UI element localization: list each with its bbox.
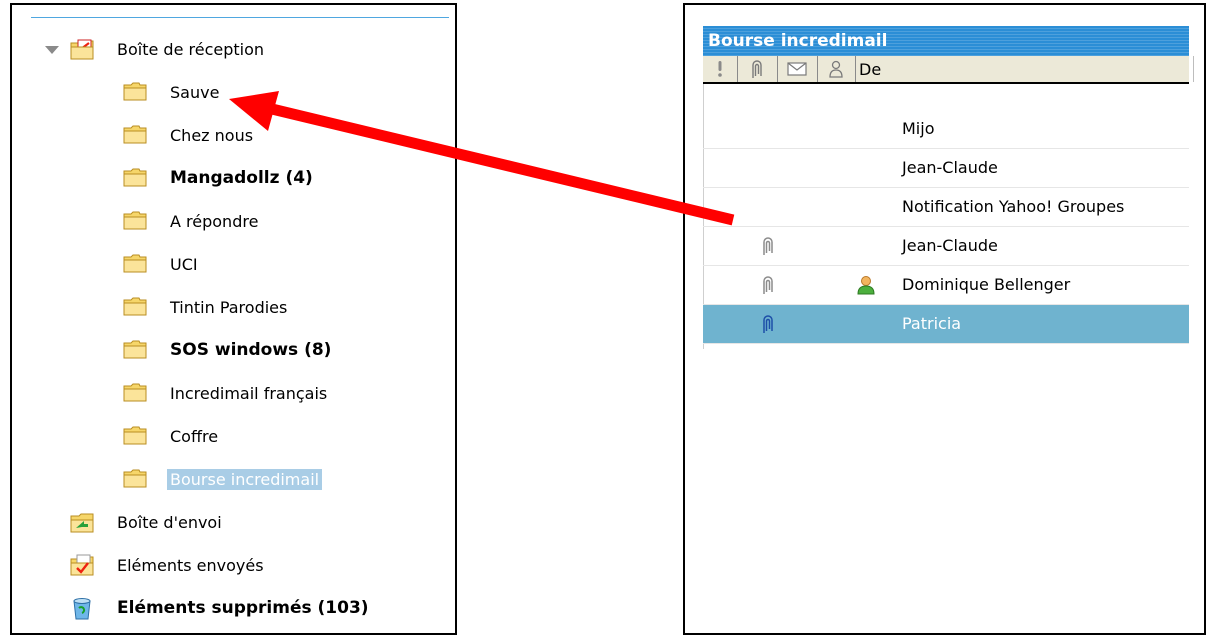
- message-from: Patricia: [902, 314, 962, 333]
- folder-label: Mangadollz (4): [170, 168, 313, 188]
- folder-label: Bourse incredimail: [167, 468, 323, 490]
- folder-item[interactable]: Eléments envoyés: [69, 550, 264, 580]
- folder-label: Boîte de réception: [117, 39, 265, 59]
- sent-folder-icon: [69, 553, 95, 577]
- folder-label: Eléments supprimés (103): [117, 598, 369, 618]
- column-attachment[interactable]: [737, 56, 778, 82]
- outbox-folder-icon: [69, 510, 95, 534]
- folder-icon: [122, 424, 148, 448]
- contact-icon: [857, 275, 875, 295]
- column-status[interactable]: [777, 56, 818, 82]
- folder-item[interactable]: SOS windows (8): [122, 335, 331, 365]
- folder-item[interactable]: Tintin Parodies: [122, 292, 287, 322]
- message-from: Jean-Claude: [902, 158, 998, 177]
- folder-item[interactable]: Incredimail français: [122, 378, 327, 408]
- tree-top-edge: [31, 17, 449, 18]
- folder-label: Sauve: [170, 82, 220, 102]
- folder-item[interactable]: Boîte d'envoi: [69, 507, 222, 537]
- column-from[interactable]: De: [855, 56, 1194, 82]
- folder-label: Tintin Parodies: [170, 297, 288, 317]
- folder-item[interactable]: Chez nous: [122, 120, 253, 150]
- folder-icon: [122, 467, 148, 491]
- exclamation-icon: [718, 61, 722, 77]
- folder-item[interactable]: Coffre: [122, 421, 218, 451]
- folder-item[interactable]: UCI: [122, 249, 198, 279]
- message-from: Notification Yahoo! Groupes: [902, 197, 1125, 216]
- folder-label: Chez nous: [170, 125, 254, 145]
- folder-icon: [122, 80, 148, 104]
- folder-icon: [122, 295, 148, 319]
- message-from: Jean-Claude: [902, 236, 998, 255]
- paperclip-icon: [752, 60, 762, 78]
- message-from: Mijo: [902, 119, 935, 138]
- folder-tree-panel: Boîte de réception Sauve Chez nous Mangadol…: [10, 3, 457, 635]
- folder-item[interactable]: Sauve: [122, 77, 219, 107]
- folder-label: Eléments envoyés: [117, 555, 264, 575]
- envelope-icon: [787, 62, 807, 76]
- folder-label: A répondre: [170, 211, 259, 231]
- folder-label: Boîte d'envoi: [117, 512, 222, 532]
- folder-item[interactable]: Eléments supprimés (103): [69, 593, 369, 623]
- folder-label: Incredimail français: [170, 383, 328, 403]
- paperclip-icon: [761, 236, 775, 256]
- folder-icon: [122, 209, 148, 233]
- message-list-title: Bourse incredimail: [703, 26, 1189, 56]
- inbox-folder-icon: [69, 37, 95, 61]
- folder-icon: [122, 252, 148, 276]
- paperclip-icon: [761, 314, 775, 334]
- folder-label: SOS windows (8): [170, 340, 332, 360]
- message-row[interactable]: Patricia: [703, 305, 1189, 344]
- message-row[interactable]: Notification Yahoo! Groupes: [703, 188, 1189, 227]
- message-list-panel: Bourse incredimail De Mijo Jean-Claude N…: [683, 3, 1206, 635]
- column-header-bar: De: [703, 56, 1194, 84]
- folder-icon: [122, 338, 148, 362]
- column-contact[interactable]: [817, 56, 856, 82]
- folder-item[interactable]: A répondre: [122, 206, 258, 236]
- trash-icon: [69, 596, 95, 620]
- paperclip-icon: [761, 275, 775, 295]
- message-row[interactable]: Dominique Bellenger: [703, 266, 1189, 305]
- message-row[interactable]: Mijo: [703, 110, 1189, 149]
- message-row[interactable]: Jean-Claude: [703, 149, 1189, 188]
- expand-collapse-icon[interactable]: [45, 46, 59, 54]
- column-priority[interactable]: [703, 56, 738, 82]
- folder-icon: [122, 123, 148, 147]
- folder-item[interactable]: Mangadollz (4): [122, 163, 313, 193]
- folder-icon: [122, 381, 148, 405]
- message-from: Dominique Bellenger: [902, 275, 1071, 294]
- folder-item[interactable]: Boîte de réception: [69, 34, 264, 64]
- folder-item[interactable]: Bourse incredimail: [122, 464, 323, 494]
- folder-label: Coffre: [170, 426, 219, 446]
- folder-label: UCI: [170, 254, 198, 274]
- person-icon: [829, 60, 843, 78]
- message-row[interactable]: Jean-Claude: [703, 227, 1189, 266]
- folder-icon: [122, 166, 148, 190]
